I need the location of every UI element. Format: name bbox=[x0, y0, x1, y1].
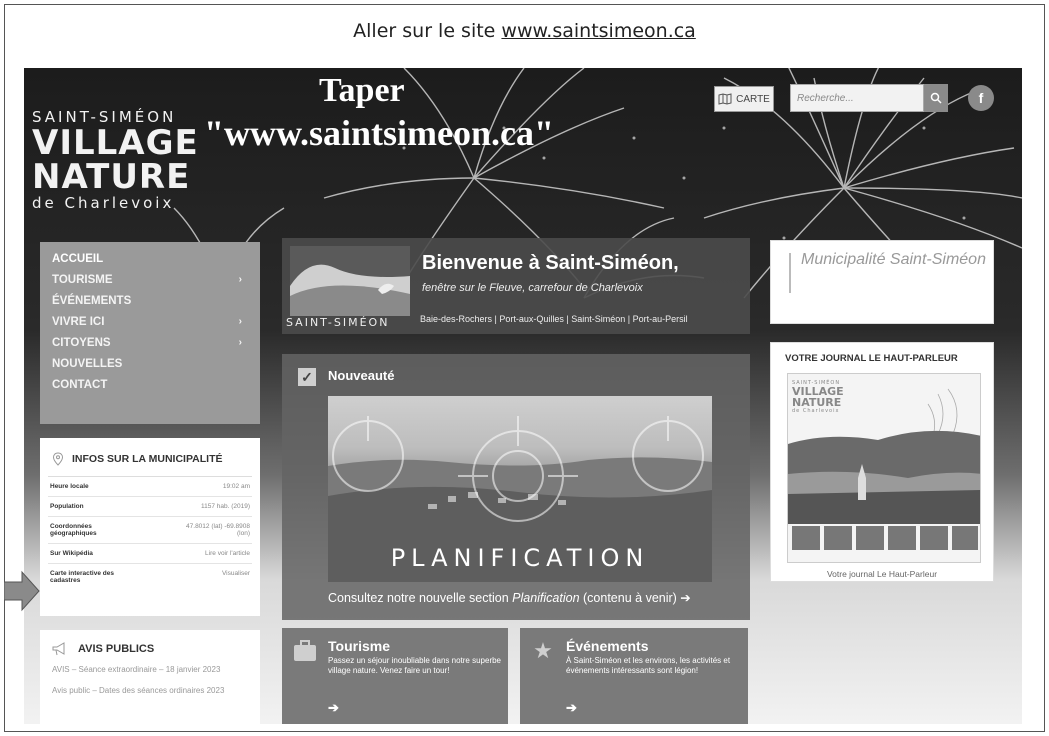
caption-italic: Planification bbox=[512, 591, 580, 605]
avis-link[interactable]: AVIS – Séance extraordinaire – 18 janvie… bbox=[52, 664, 248, 675]
wikipedia-link[interactable]: Lire voir l'article bbox=[205, 550, 250, 557]
visualiser-link[interactable]: Visualiser bbox=[222, 570, 250, 584]
municipalite-box[interactable]: Municipalité Saint-Siméon bbox=[770, 240, 994, 324]
nav-label: CITOYENS bbox=[52, 336, 111, 349]
overlay-url: "www.saintsimeon.ca" bbox=[204, 113, 554, 153]
overlay-taper: Taper bbox=[319, 72, 405, 109]
avis-link[interactable]: Avis public – Dates des séances ordinair… bbox=[52, 685, 248, 696]
municipalite-title: Municipalité Saint-Siméon bbox=[801, 251, 986, 268]
megaphone-icon bbox=[52, 642, 65, 656]
nav-label: TOURISME bbox=[52, 273, 113, 286]
instruction-line: Aller sur le site www.saintsimeon.ca bbox=[0, 20, 1049, 42]
nav-label: CONTACT bbox=[52, 378, 108, 391]
main-nav: ACCUEIL TOURISME › ÉVÉNEMENTS VIVRE ICI › … bbox=[40, 242, 260, 424]
welcome-logo-text: SAINT-SIMÉON bbox=[286, 316, 390, 329]
nav-item-nouvelles[interactable]: NOUVELLES bbox=[52, 353, 260, 374]
saint-simeon-logo-image bbox=[290, 246, 410, 316]
carte-button[interactable]: CARTE bbox=[714, 86, 774, 112]
nouveaute-caption[interactable]: Consultez notre nouvelle section Planifi… bbox=[328, 590, 691, 605]
infos-municipalite-panel: INFOS SUR LA MUNICIPALITÉ Heure locale 19… bbox=[40, 438, 260, 616]
nav-label: ÉVÉNEMENTS bbox=[52, 294, 132, 307]
tourisme-title: Tourisme bbox=[328, 638, 390, 654]
caption-prefix: Consultez notre nouvelle section bbox=[328, 591, 513, 605]
info-key: Population bbox=[50, 503, 84, 510]
star-icon: ★ bbox=[533, 638, 553, 663]
facebook-icon[interactable]: f bbox=[968, 85, 994, 111]
infos-title: INFOS SUR LA MUNICIPALITÉ bbox=[48, 448, 252, 477]
muni-accent-bar bbox=[789, 253, 791, 293]
info-row-wikipedia: Sur Wikipédia Lire voir l'article bbox=[48, 544, 252, 564]
nav-item-evenements[interactable]: ÉVÉNEMENTS bbox=[52, 290, 260, 311]
welcome-title: Bienvenue à Saint-Siméon, bbox=[422, 252, 679, 274]
info-value: 19:02 am bbox=[222, 483, 250, 490]
info-row-population: Population 1157 hab. (2019) bbox=[48, 497, 252, 517]
planification-image-text: PLANIFICATION bbox=[390, 544, 650, 572]
nav-item-contact[interactable]: CONTACT bbox=[52, 374, 260, 395]
chevron-right-icon: › bbox=[238, 337, 242, 348]
nav-item-tourisme[interactable]: TOURISME › bbox=[52, 269, 260, 290]
info-row-coordonnees: Coordonnées géographiques 47.8012 (lat) -… bbox=[48, 517, 252, 544]
map-icon bbox=[718, 93, 732, 105]
search-icon bbox=[930, 92, 942, 104]
evenements-text: À Saint-Siméon et les environs, les acti… bbox=[566, 656, 731, 675]
planification-image[interactable]: PLANIFICATION bbox=[328, 396, 712, 582]
avis-publics-panel: AVIS PUBLICS AVIS – Séance extraordinair… bbox=[40, 630, 260, 724]
info-value: 1157 hab. (2019) bbox=[200, 503, 250, 510]
journal-caption[interactable]: Votre journal Le Haut-Parleur bbox=[771, 569, 993, 579]
info-key: Coordonnées géographiques bbox=[50, 523, 97, 537]
avis-title-text: AVIS PUBLICS bbox=[78, 643, 155, 655]
instruction-prefix: Aller sur le site bbox=[353, 20, 496, 42]
pointer-arrow-icon bbox=[4, 570, 40, 612]
location-pin-icon bbox=[52, 452, 64, 466]
search-button[interactable] bbox=[924, 84, 948, 112]
info-row-cadastres: Carte interactive des cadastres Visualise… bbox=[48, 564, 252, 590]
info-key: Carte interactive des cadastres bbox=[50, 570, 114, 584]
logo-bottom-text: de Charlevoix bbox=[32, 194, 175, 212]
info-key: Heure locale bbox=[50, 483, 89, 490]
evenements-tile[interactable]: ★ Événements À Saint-Siméon et les envir… bbox=[520, 628, 748, 724]
info-key: Sur Wikipédia bbox=[50, 550, 93, 557]
arrow-right-icon: ➔ bbox=[566, 700, 577, 715]
search-input[interactable]: Recherche... bbox=[790, 84, 924, 112]
evenements-title: Événements bbox=[566, 638, 649, 654]
nav-label: ACCUEIL bbox=[52, 252, 104, 265]
journal-cover-image[interactable]: SAINT-SIMÉON VILLAGE NATURE de Charlevoi… bbox=[787, 373, 981, 563]
tourisme-tile[interactable]: Tourisme Passez un séjour inoubliable da… bbox=[282, 628, 508, 724]
logo-village: VILLAGE bbox=[32, 123, 199, 163]
cover-logo-nature: NATURE bbox=[792, 396, 842, 409]
caption-suffix: (contenu à venir) ➔ bbox=[579, 591, 691, 605]
nav-label: NOUVELLES bbox=[52, 357, 123, 370]
chevron-right-icon: › bbox=[238, 274, 242, 285]
carte-label: CARTE bbox=[736, 93, 770, 105]
info-value: 47.8012 (lat) -69.8908 (lon) bbox=[186, 523, 250, 537]
chevron-right-icon: › bbox=[238, 316, 242, 327]
avis-title: AVIS PUBLICS bbox=[52, 642, 248, 656]
welcome-places: Baie-des-Rochers | Port-aux-Quilles | Sa… bbox=[420, 314, 688, 324]
nav-item-accueil[interactable]: ACCUEIL bbox=[52, 248, 260, 269]
tourisme-text: Passez un séjour inoubliable dans notre … bbox=[328, 656, 502, 675]
nav-item-vivre-ici[interactable]: VIVRE ICI › bbox=[52, 311, 260, 332]
welcome-banner: SAINT-SIMÉON Bienvenue à Saint-Siméon, f… bbox=[282, 238, 750, 334]
welcome-subtitle: fenêtre sur le Fleuve, carrefour de Char… bbox=[422, 282, 643, 294]
arrow-right-icon: ➔ bbox=[328, 700, 339, 715]
nouveaute-title: Nouveauté bbox=[328, 368, 395, 383]
journal-title: VOTRE JOURNAL LE HAUT-PARLEUR bbox=[785, 353, 958, 364]
site-logo[interactable]: SAINT-SIMÉON VILLAGE NATURE de Charlevoi… bbox=[32, 108, 199, 212]
nav-item-citoyens[interactable]: CITOYENS › bbox=[52, 332, 260, 353]
cover-logo-bottom: de Charlevoix bbox=[792, 408, 840, 414]
website-screenshot: SAINT-SIMÉON VILLAGE NATURE de Charlevoi… bbox=[24, 68, 1022, 724]
instruction-url[interactable]: www.saintsimeon.ca bbox=[501, 20, 695, 42]
infos-title-text: INFOS SUR LA MUNICIPALITÉ bbox=[72, 453, 223, 465]
journal-panel: VOTRE JOURNAL LE HAUT-PARLEUR SAINT-SIMÉ… bbox=[770, 342, 994, 582]
journal-cover-logo: SAINT-SIMÉON VILLAGE NATURE de Charlevoi… bbox=[792, 380, 844, 414]
nav-label: VIVRE ICI bbox=[52, 315, 105, 328]
nouveaute-panel: ✓ Nouveauté PLANIFICATION Consultez notr… bbox=[282, 354, 750, 620]
checkbox-icon: ✓ bbox=[298, 368, 316, 386]
info-row-heure: Heure locale 19:02 am bbox=[48, 477, 252, 497]
suitcase-icon bbox=[292, 638, 318, 664]
logo-nature: NATURE bbox=[32, 157, 191, 197]
